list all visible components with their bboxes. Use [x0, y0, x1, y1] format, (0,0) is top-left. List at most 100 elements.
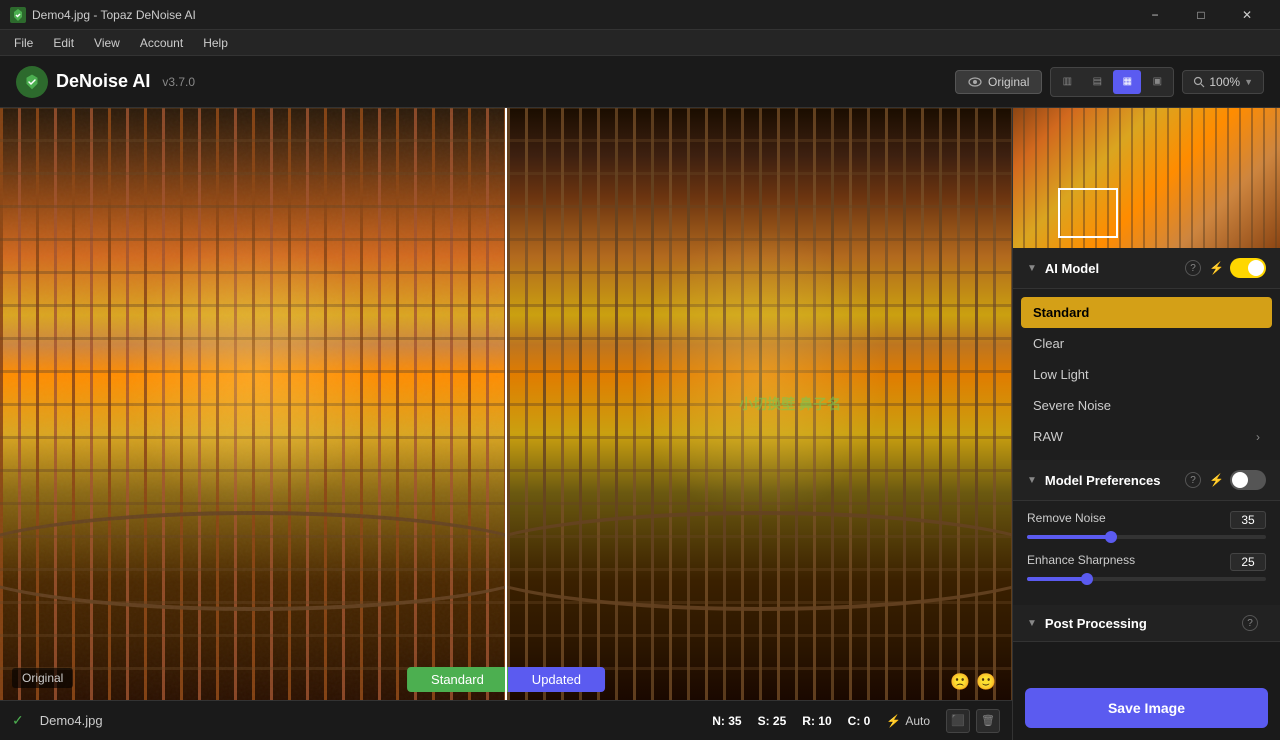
model-option-raw[interactable]: RAW ›	[1021, 421, 1272, 452]
remove-noise-label: Remove Noise	[1027, 511, 1106, 529]
enhance-sharpness-track[interactable]	[1027, 577, 1266, 581]
checkmark-icon: ✓	[12, 712, 24, 729]
processed-image	[507, 108, 1012, 700]
view-btn-split-h[interactable]: ▤	[1083, 70, 1111, 94]
status-bar: ✓ Demo4.jpg N: 35 S: 25 R: 10 C: 0 ⚡ Aut…	[0, 700, 1012, 740]
view-btn-side-by-side[interactable]: ▦	[1113, 70, 1141, 94]
arc-overlay-right	[507, 511, 1012, 611]
ai-model-list: Standard Clear Low Light Severe Noise RA…	[1013, 289, 1280, 460]
menu-help[interactable]: Help	[193, 32, 238, 54]
horizontal-bars-overlay-r	[507, 108, 1012, 700]
model-option-clear[interactable]: Clear	[1021, 328, 1272, 359]
raw-arrow-icon: ›	[1256, 430, 1260, 444]
logo-icon	[16, 66, 48, 98]
window-title: Demo4.jpg - Topaz DeNoise AI	[32, 8, 1132, 22]
emoji-happy[interactable]: 🙂	[976, 672, 996, 692]
ai-model-toggle[interactable]	[1230, 258, 1266, 278]
ai-model-lightning-icon: ⚡	[1209, 261, 1224, 275]
original-image	[0, 108, 505, 700]
ai-model-title: AI Model	[1045, 261, 1185, 276]
enhance-sharpness-slider-row: Enhance Sharpness 25	[1027, 553, 1266, 581]
record-button[interactable]: ⬛	[946, 709, 970, 733]
original-toggle-button[interactable]: Original	[955, 70, 1042, 94]
comparison-emoji-buttons: 🙁 🙂	[950, 672, 996, 692]
badge-standard[interactable]: Standard	[407, 667, 508, 692]
delete-button[interactable]: 🗑	[976, 709, 1000, 733]
post-proc-section-header[interactable]: ▼ Post Processing ?	[1013, 605, 1280, 642]
original-label-badge: Original	[12, 668, 73, 688]
remove-noise-track[interactable]	[1027, 535, 1266, 539]
remove-noise-value[interactable]: 35	[1230, 511, 1266, 529]
lightning-icon: ⚡	[886, 714, 901, 728]
chevron-icon: ▼	[1027, 263, 1037, 274]
thumbnail-bars	[1013, 108, 1280, 248]
inner-glow-left	[126, 226, 379, 522]
toolbar: Original ▥ ▤ ▦ ▣ 100% ▼	[955, 67, 1264, 97]
canvas-area[interactable]: 小切换壁 鼻子名 Original Standard Updated 🙁 🙂 ✓…	[0, 108, 1012, 740]
model-option-low-light[interactable]: Low Light	[1021, 359, 1272, 390]
maximize-button[interactable]: □	[1178, 0, 1224, 30]
save-section: Save Image	[1013, 676, 1280, 740]
model-preferences-controls: Remove Noise 35 Enhance Sharpness 25	[1013, 501, 1280, 605]
view-btn-single[interactable]: ▣	[1143, 70, 1171, 94]
enhance-sharpness-fill	[1027, 577, 1087, 581]
thumbnail-preview	[1013, 108, 1280, 248]
right-panel: ▼ AI Model ? ⚡ Standard Clear Low Light …	[1012, 108, 1280, 740]
post-proc-help-icon[interactable]: ?	[1242, 615, 1258, 631]
model-prefs-section-header[interactable]: ▼ Model Preferences ? ⚡	[1013, 460, 1280, 501]
remove-noise-fill	[1027, 535, 1111, 539]
app-header: DeNoise AI v3.7.0 Original ▥ ▤ ▦ ▣ 100% …	[0, 56, 1280, 108]
menu-account[interactable]: Account	[130, 32, 193, 54]
prefs-lightning-icon: ⚡	[1209, 473, 1224, 487]
window-controls: − □ ✕	[1132, 0, 1270, 30]
badge-updated[interactable]: Updated	[508, 667, 605, 692]
enhance-sharpness-thumb[interactable]	[1081, 573, 1093, 585]
model-prefs-toggle[interactable]	[1230, 470, 1266, 490]
post-proc-title: Post Processing	[1045, 616, 1242, 631]
app-name: DeNoise AI	[56, 71, 150, 92]
save-image-button[interactable]: Save Image	[1025, 688, 1268, 728]
ai-model-help-icon[interactable]: ?	[1185, 260, 1201, 276]
enhance-sharpness-value[interactable]: 25	[1230, 553, 1266, 571]
chevron-down-icon: ▼	[1244, 77, 1253, 87]
auto-mode[interactable]: ⚡ Auto	[886, 714, 930, 728]
model-option-severe-noise[interactable]: Severe Noise	[1021, 390, 1272, 421]
recover-metric: R: 10	[802, 714, 831, 728]
titlebar: Demo4.jpg - Topaz DeNoise AI − □ ✕	[0, 0, 1280, 30]
thumbnail-bg	[1013, 108, 1280, 248]
eye-icon	[968, 75, 982, 89]
menubar: File Edit View Account Help	[0, 30, 1280, 56]
noise-overlay	[0, 108, 505, 700]
split-divider[interactable]	[505, 108, 507, 700]
model-prefs-help-icon[interactable]: ?	[1185, 472, 1201, 488]
model-prefs-title: Model Preferences	[1045, 473, 1185, 488]
emoji-sad[interactable]: 🙁	[950, 672, 970, 692]
zoom-control[interactable]: 100% ▼	[1182, 70, 1264, 94]
menu-file[interactable]: File	[4, 32, 43, 54]
view-mode-group: ▥ ▤ ▦ ▣	[1050, 67, 1174, 97]
arc-overlay-left	[0, 511, 505, 611]
image-panel-original	[0, 108, 505, 700]
filename-label: Demo4.jpg	[40, 713, 103, 728]
image-panel-processed: 小切换壁 鼻子名	[507, 108, 1012, 700]
main-layout: 小切换壁 鼻子名 Original Standard Updated 🙁 🙂 ✓…	[0, 108, 1280, 740]
model-option-standard[interactable]: Standard	[1021, 297, 1272, 328]
horizontal-bars-overlay	[0, 108, 505, 700]
enhance-sharpness-label: Enhance Sharpness	[1027, 553, 1135, 571]
split-view: 小切换壁 鼻子名	[0, 108, 1012, 700]
prefs-chevron-icon: ▼	[1027, 475, 1037, 486]
app-logo: DeNoise AI v3.7.0	[16, 66, 195, 98]
close-button[interactable]: ✕	[1224, 0, 1270, 30]
app-version: v3.7.0	[162, 75, 195, 89]
thumbnail-focus-box[interactable]	[1058, 188, 1118, 238]
ai-model-section-header[interactable]: ▼ AI Model ? ⚡	[1013, 248, 1280, 289]
sharpness-metric: S: 25	[758, 714, 787, 728]
view-btn-split-v[interactable]: ▥	[1053, 70, 1081, 94]
remove-noise-thumb[interactable]	[1105, 531, 1117, 543]
menu-view[interactable]: View	[84, 32, 130, 54]
menu-edit[interactable]: Edit	[43, 32, 84, 54]
remove-noise-slider-row: Remove Noise 35	[1027, 511, 1266, 539]
enhance-sharpness-label-row: Enhance Sharpness 25	[1027, 553, 1266, 571]
zoom-icon	[1193, 76, 1205, 88]
minimize-button[interactable]: −	[1132, 0, 1178, 30]
